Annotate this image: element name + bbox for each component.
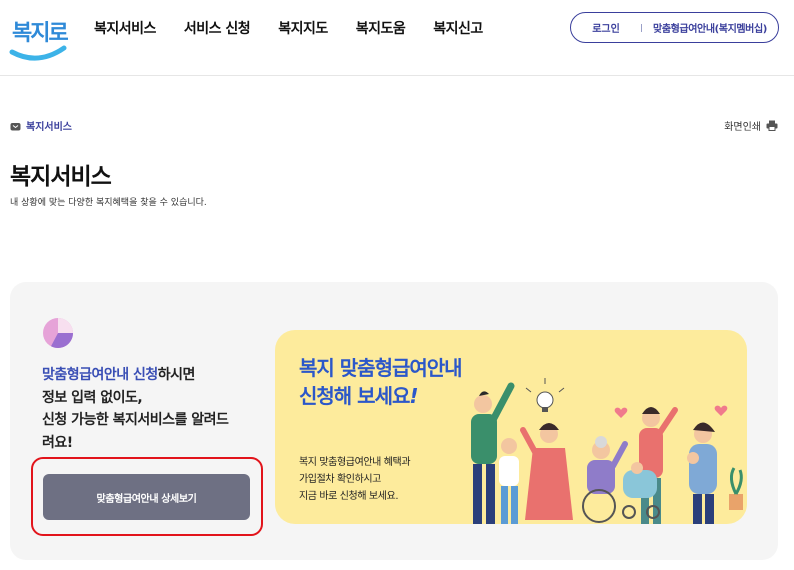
banner-title-line2: 신청해 보세요 — [299, 384, 410, 408]
benefit-detail-button[interactable]: 맞춤형급여안내 상세보기 — [43, 474, 250, 520]
membership-guide-link[interactable]: 맞춤형급여안내(복지멤버십) — [642, 20, 778, 35]
print-label: 화면인쇄 — [724, 122, 761, 133]
promo-text: 맞춤형급여안내 신청하시면 정보 입력 없이도, 신청 가능한 복지서비스를 알… — [42, 364, 252, 454]
banner-description: 복지 맞춤형급여안내 혜택과 가입절차 확인하시고 지금 바로 신청해 보세요. — [299, 454, 469, 505]
person-mother — [687, 422, 717, 524]
page-description: 내 상황에 맞는 다양한 복지혜택을 찾을 수 있습니다. — [10, 198, 207, 208]
nav-welfare-help[interactable]: 복지도움 — [356, 18, 406, 38]
lightbulb-icon — [525, 378, 565, 412]
plant-icon — [729, 467, 743, 510]
nav-service-apply[interactable]: 서비스 신청 — [184, 18, 251, 38]
banner-desc-line3: 지금 바로 신청해 보세요. — [299, 491, 399, 502]
page-title: 복지서비스 — [10, 164, 112, 190]
banner-title-excl: ! — [409, 384, 418, 408]
print-button[interactable]: 화면인쇄 — [724, 118, 778, 133]
login-link[interactable]: 로그인 — [571, 20, 641, 35]
nav-welfare-service[interactable]: 복지서비스 — [94, 18, 156, 38]
breadcrumb-current[interactable]: 복지서비스 — [26, 118, 72, 133]
promo-banner[interactable]: 복지 맞춤형급여안내 신청해 보세요! 복지 맞춤형급여안내 혜택과 가입절차 … — [275, 330, 747, 524]
custom-benefit-panel: 맞춤형급여안내 신청하시면 정보 입력 없이도, 신청 가능한 복지서비스를 알… — [10, 282, 778, 560]
person-child — [499, 438, 519, 524]
nav-welfare-report[interactable]: 복지신고 — [433, 18, 483, 38]
family-illustration — [471, 378, 743, 524]
promo-line2: 정보 입력 없이도, — [42, 389, 143, 406]
promo-line3: 신청 가능한 복지서비스를 알려드 — [42, 412, 229, 428]
logo-text: 복지로 — [12, 21, 68, 46]
banner-desc-line2: 가입절차 확인하시고 — [299, 474, 381, 485]
promo-line1: 하시면 — [157, 367, 196, 383]
breadcrumb: 복지서비스 — [10, 118, 72, 133]
banner-title-line1: 복지 맞춤형급여안내 — [299, 356, 463, 380]
home-icon[interactable] — [10, 121, 21, 131]
main-nav: 복지서비스 서비스 신청 복지지도 복지도움 복지신고 — [94, 18, 511, 38]
account-links: 로그인 맞춤형급여안내(복지멤버십) — [570, 12, 779, 43]
heart-icon — [714, 405, 728, 416]
heart-icon — [614, 407, 628, 418]
pie-chart-icon — [43, 318, 74, 349]
site-header: 복지로 복지서비스 서비스 신청 복지지도 복지도움 복지신고 로그인 맞춤형급… — [0, 0, 794, 76]
printer-icon — [766, 120, 778, 131]
banner-desc-line1: 복지 맞춤형급여안내 혜택과 — [299, 457, 411, 468]
person-woman — [520, 423, 573, 520]
person-grandma — [582, 436, 628, 523]
bokjiro-logo[interactable]: 복지로 — [8, 8, 68, 64]
nav-welfare-map[interactable]: 복지지도 — [278, 18, 328, 38]
promo-highlight: 맞춤형급여안내 신청 — [42, 367, 158, 383]
promo-line4: 려요! — [42, 434, 73, 451]
